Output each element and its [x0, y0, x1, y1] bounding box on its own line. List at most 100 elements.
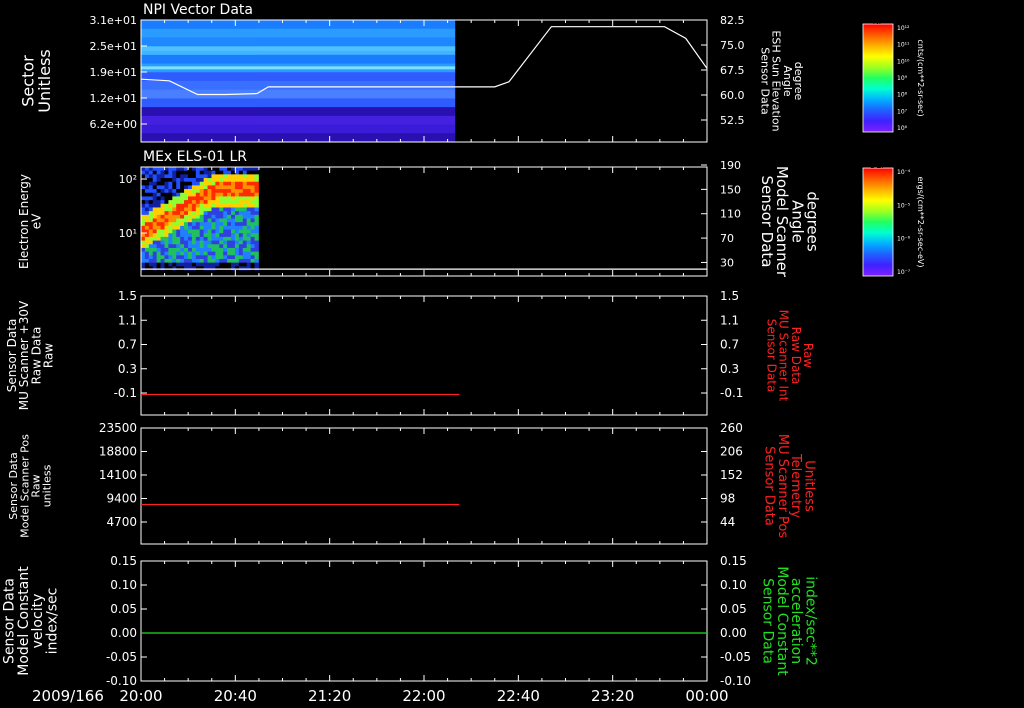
heatmap-cell: [234, 258, 240, 264]
heatmap-cell: [254, 181, 259, 186]
heatmap-cell: [191, 170, 197, 175]
heatmap-cell: [164, 211, 169, 216]
right-y-tick-label: -0.10: [720, 674, 751, 688]
heatmap-cell: [160, 189, 165, 194]
heatmap-cell: [246, 233, 252, 238]
heatmap-cell: [168, 167, 173, 172]
heatmap-cell: [238, 196, 244, 201]
x-tick-label: 22:00: [402, 687, 445, 705]
heatmap-cell: [141, 222, 146, 227]
heatmap-cell: [156, 174, 161, 179]
heatmap-cell: [176, 255, 181, 260]
heatmap-cell: [223, 218, 228, 223]
heatmap-cell: [184, 222, 189, 227]
heatmap-band: [257, 81, 456, 91]
heatmap-cell: [219, 196, 224, 201]
heatmap-cell: [203, 207, 208, 212]
heatmap-cell: [207, 181, 212, 186]
heatmap-cell: [191, 203, 197, 208]
heatmap-cell: [184, 255, 189, 260]
heatmap-cell: [168, 244, 173, 249]
heatmap-cell: [199, 174, 205, 179]
heatmap-cell: [254, 211, 259, 216]
heatmap-cell: [238, 240, 244, 245]
heatmap-cell: [141, 218, 146, 223]
heatmap-cell: [156, 185, 161, 190]
heatmap-cell: [203, 258, 208, 264]
heatmap-cell: [184, 229, 189, 234]
right-axis-label-line: Sensor Data: [762, 446, 777, 526]
heatmap-cell: [254, 185, 259, 190]
heatmap-cell: [160, 207, 165, 212]
heatmap-cell: [152, 240, 158, 245]
heatmap-cell: [144, 244, 150, 249]
heatmap-cell: [168, 200, 173, 205]
heatmap-cell: [195, 258, 201, 264]
heatmap-cell: [160, 251, 165, 256]
heatmap-cell: [184, 233, 189, 238]
heatmap-cell: [250, 170, 255, 175]
heatmap-cell: [180, 247, 185, 253]
heatmap-cell: [207, 200, 212, 205]
heatmap-cell: [144, 236, 150, 241]
y-tick-label: 1.2e+01: [90, 92, 137, 105]
heatmap-cell: [207, 192, 212, 197]
heatmap-cell: [187, 247, 193, 253]
heatmap-cell: [231, 222, 236, 227]
heatmap-cell: [231, 196, 236, 201]
heatmap-cell: [144, 192, 150, 197]
right-y-tick-label: 98: [720, 492, 735, 506]
heatmap-cell: [207, 196, 212, 201]
right-y-tick-label: 190: [720, 159, 741, 172]
heatmap-cell: [211, 255, 216, 260]
heatmap-cell: [152, 251, 158, 256]
heatmap-band: [257, 20, 456, 30]
heatmap-cell: [164, 247, 169, 253]
heatmap-cell: [184, 178, 189, 183]
date-label: 2009/166: [32, 687, 104, 705]
y-axis-label: Sensor DataModel Scanner PosRawunitless: [7, 434, 54, 538]
heatmap-cell: [219, 170, 224, 175]
heatmap-cell: [144, 233, 150, 238]
heatmap-cell: [184, 174, 189, 179]
heatmap-cell: [238, 200, 244, 205]
heatmap-cell: [168, 258, 173, 264]
heatmap-cell: [227, 170, 232, 175]
heatmap-cell: [160, 240, 165, 245]
heatmap-cell: [227, 181, 232, 186]
heatmap-cell: [238, 251, 244, 256]
y-axis-label: Sensor DataMU Scanner +30VRaw DataRaw: [5, 300, 56, 410]
heatmap-cell: [238, 225, 244, 230]
heatmap-cell: [156, 236, 161, 241]
heatmap-cell: [254, 174, 259, 179]
heatmap-cell: [184, 251, 189, 256]
heatmap-cell: [184, 211, 189, 216]
heatmap-band: [257, 107, 456, 117]
heatmap-cell: [211, 207, 216, 212]
heatmap-cell: [176, 181, 181, 186]
right-axis-label-line: degree: [792, 62, 805, 101]
heatmap-cell: [141, 225, 146, 230]
heatmap-cell: [160, 266, 165, 271]
heatmap-cell: [180, 185, 185, 190]
heatmap-cell: [160, 214, 165, 219]
heatmap-cell: [156, 203, 161, 208]
heatmap-cell: [234, 200, 240, 205]
heatmap-cell: [242, 170, 248, 175]
heatmap-cell: [219, 200, 224, 205]
heatmap-cell: [207, 207, 212, 212]
heatmap-cell: [168, 181, 173, 186]
heatmap-cell: [164, 167, 169, 172]
heatmap-cell: [231, 207, 236, 212]
heatmap-cell: [195, 214, 201, 219]
heatmap-cell: [211, 258, 216, 264]
heatmap-cell: [215, 200, 220, 205]
heatmap-cell: [144, 262, 150, 267]
heatmap-cell: [207, 247, 212, 253]
heatmap-cell: [231, 178, 236, 183]
heatmap-cell: [234, 185, 240, 190]
heatmap-cell: [242, 266, 248, 271]
heatmap-cell: [231, 258, 236, 264]
heatmap-cell: [203, 225, 208, 230]
heatmap-cell: [211, 247, 216, 253]
